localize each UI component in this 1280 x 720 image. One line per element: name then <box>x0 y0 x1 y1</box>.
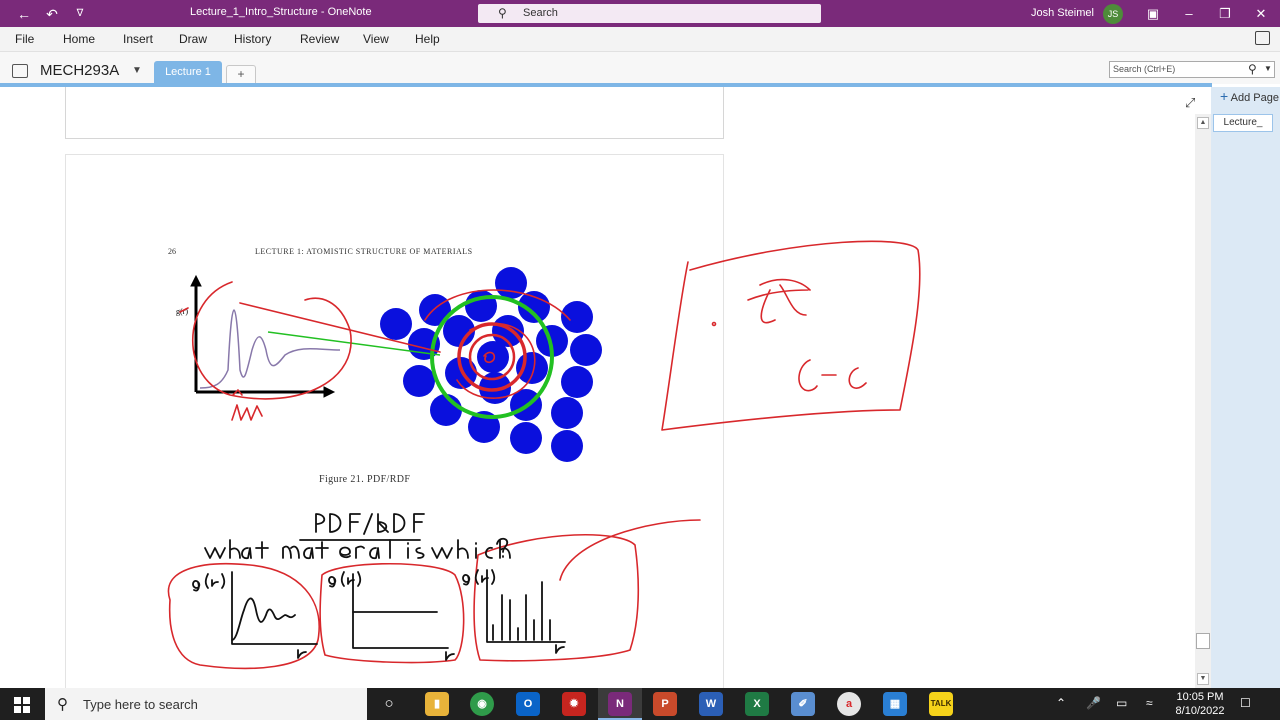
ribbon-display-icon[interactable]: ▣ <box>1143 4 1163 24</box>
ink-and-figure-layer: g(r) <box>167 240 921 670</box>
scroll-up-icon[interactable]: ▲ <box>1197 117 1209 129</box>
cortana-icon[interactable]: ○ <box>377 692 401 716</box>
black-ink-handwriting <box>192 513 566 661</box>
add-page-label: Add Page <box>1230 92 1279 104</box>
scroll-down-icon[interactable]: ▼ <box>1197 673 1209 685</box>
windows-taskbar: ⚲ Type here to search ○ ▮ ◉ O ✹ N P W X … <box>0 688 1280 720</box>
page-list-item[interactable]: Lecture_ <box>1213 114 1273 132</box>
pages-panel: + Add Page Lecture_ <box>1211 87 1280 688</box>
menu-history[interactable]: History <box>234 32 271 46</box>
chevron-down-icon[interactable]: ▼ <box>132 65 142 76</box>
paint-app-icon[interactable]: ✐ <box>791 692 815 716</box>
excel-icon[interactable]: X <box>745 692 769 716</box>
vertical-scrollbar[interactable]: ▲ ▼ <box>1195 114 1211 688</box>
search-icon[interactable]: ⚲ <box>1248 62 1257 76</box>
figure-rdf-plot: g(r) <box>176 274 341 398</box>
microphone-icon[interactable]: 🎤 <box>1086 696 1101 710</box>
minimize-icon[interactable]: – <box>1179 4 1199 24</box>
chrome-icon[interactable]: ◉ <box>470 692 494 716</box>
title-search-box[interactable]: ⚲ Search <box>478 4 821 23</box>
customize-qat-icon[interactable]: ∇ <box>70 4 90 24</box>
menu-insert[interactable]: Insert <box>123 32 153 46</box>
menu-draw[interactable]: Draw <box>179 32 207 46</box>
file-explorer-icon[interactable]: ▮ <box>425 692 449 716</box>
notebook-search-placeholder: Search (Ctrl+E) <box>1113 64 1176 74</box>
search-icon: ⚲ <box>498 6 507 20</box>
sticky-notes-icon[interactable] <box>1255 31 1270 45</box>
add-page-button[interactable]: + Add Page <box>1220 88 1279 104</box>
scroll-thumb[interactable] <box>1196 633 1210 649</box>
taskbar-search-placeholder: Type here to search <box>83 697 198 712</box>
menu-help[interactable]: Help <box>415 32 440 46</box>
undo-icon[interactable]: ↶ <box>42 4 62 24</box>
taskbar-search-input[interactable]: ⚲ Type here to search <box>45 688 367 720</box>
windows-start-icon[interactable] <box>14 697 30 713</box>
word-icon[interactable]: W <box>699 692 723 716</box>
restore-icon[interactable]: ❐ <box>1215 4 1235 24</box>
battery-icon[interactable]: ▭ <box>1116 696 1127 710</box>
add-section-button[interactable]: + <box>226 65 256 83</box>
page-canvas[interactable]: 26 LECTURE 1: ATOMISTIC STRUCTURE OF MAT… <box>0 87 1195 688</box>
notebook-name[interactable]: MECH293A <box>40 62 119 79</box>
taskbar-clock[interactable]: 10:05 PM 8/10/2022 <box>1170 690 1230 718</box>
title-bar: ← ↶ ∇ Lecture_1_Intro_Structure - OneNot… <box>0 0 1280 27</box>
menu-review[interactable]: Review <box>300 32 339 46</box>
avatar[interactable]: JS <box>1103 4 1123 24</box>
notebook-icon[interactable] <box>12 64 28 78</box>
kakaotalk-icon[interactable]: TALK <box>929 692 953 716</box>
powerpoint-icon[interactable]: P <box>653 692 677 716</box>
plus-icon: + <box>1220 88 1229 104</box>
menu-file[interactable]: File <box>15 32 34 46</box>
menu-view[interactable]: View <box>363 32 389 46</box>
back-icon[interactable]: ← <box>14 4 34 24</box>
outlook-icon[interactable]: O <box>516 692 540 716</box>
store-icon[interactable]: ▦ <box>883 692 907 716</box>
notifications-icon[interactable]: ☐ <box>1240 696 1251 710</box>
app-a-icon[interactable]: a <box>837 692 861 716</box>
notebook-search-input[interactable]: Search (Ctrl+E) ⚲ ▼ <box>1109 61 1275 78</box>
chevron-up-icon[interactable]: ⌃ <box>1056 696 1066 710</box>
chevron-down-icon[interactable]: ▼ <box>1264 64 1272 73</box>
ribbon-menu: File Home Insert Draw History Review Vie… <box>0 27 1280 52</box>
menu-home[interactable]: Home <box>63 32 95 46</box>
notebook-bar: MECH293A ▼ Lecture 1 + Search (Ctrl+E) ⚲… <box>0 52 1280 84</box>
user-name[interactable]: Josh Steimel <box>1031 7 1094 19</box>
clock-date: 8/10/2022 <box>1175 705 1225 717</box>
tab-lecture-1[interactable]: Lecture 1 <box>154 61 222 84</box>
onenote-icon[interactable]: N <box>608 692 632 716</box>
close-icon[interactable]: ✕ <box>1251 4 1271 24</box>
search-icon: ⚲ <box>57 696 68 713</box>
window-title: Lecture_1_Intro_Structure - OneNote <box>190 6 372 18</box>
settings-app-icon[interactable]: ✹ <box>562 692 586 716</box>
title-search-label: Search <box>523 7 558 19</box>
wifi-icon[interactable]: ≈ <box>1146 696 1153 710</box>
clock-time: 10:05 PM <box>1176 691 1224 703</box>
